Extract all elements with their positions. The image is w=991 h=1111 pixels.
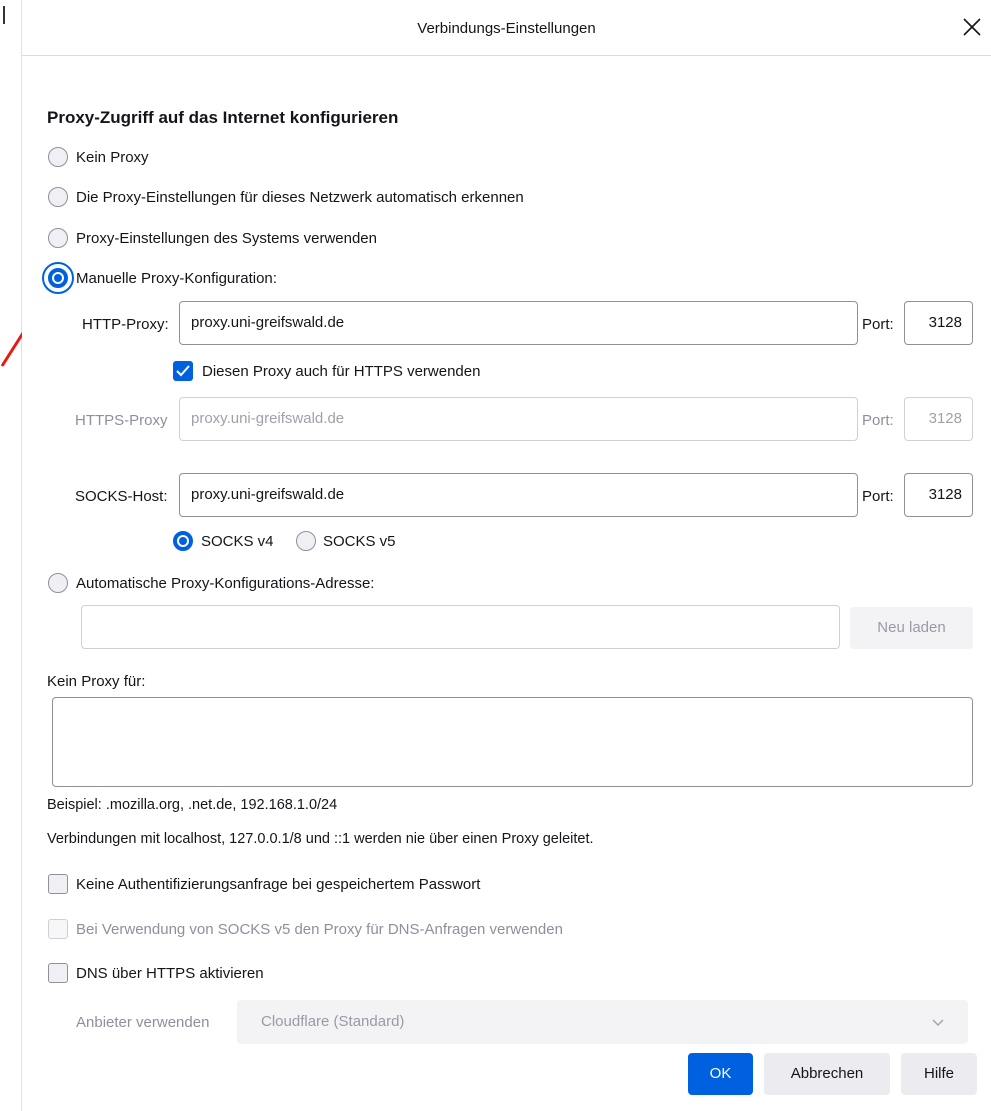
https-proxy-input[interactable]: proxy.uni-greifswald.de: [179, 397, 858, 441]
radio-auto-detect-label[interactable]: Die Proxy-Einstellungen für dieses Netzw…: [76, 189, 524, 206]
doh-provider-value: Cloudflare (Standard): [261, 1013, 405, 1030]
doh-provider-select[interactable]: Cloudflare (Standard): [237, 1000, 968, 1044]
radio-socks-v4[interactable]: [173, 531, 193, 551]
radio-system-proxy-label[interactable]: Proxy-Einstellungen des Systems verwende…: [76, 230, 377, 247]
pac-url-input[interactable]: [81, 605, 840, 649]
doh-provider-label: Anbieter verwenden: [76, 1014, 210, 1031]
chevron-down-icon: [932, 1019, 944, 1026]
http-proxy-input[interactable]: proxy.uni-greifswald.de: [179, 301, 858, 345]
no-auth-prompt-checkbox[interactable]: [48, 874, 68, 894]
https-port-input[interactable]: 3128: [904, 397, 973, 441]
radio-socks-v5[interactable]: [296, 531, 316, 551]
https-port-label: Port:: [862, 412, 894, 429]
no-proxy-textarea[interactable]: [52, 697, 973, 787]
ok-button[interactable]: OK: [688, 1053, 753, 1095]
socks-dns-label[interactable]: Bei Verwendung von SOCKS v5 den Proxy fü…: [76, 921, 563, 938]
use-for-https-label[interactable]: Diesen Proxy auch für HTTPS verwenden: [202, 363, 480, 380]
radio-manual-proxy[interactable]: [48, 268, 68, 288]
proxy-section-heading: Proxy-Zugriff auf das Internet konfiguri…: [47, 108, 399, 127]
radio-pac-url[interactable]: [48, 573, 68, 593]
cancel-button[interactable]: Abbrechen: [764, 1053, 890, 1095]
http-port-label: Port:: [862, 316, 894, 333]
no-proxy-label: Kein Proxy für:: [47, 673, 146, 690]
help-button[interactable]: Hilfe: [901, 1053, 977, 1095]
socks-host-label: SOCKS-Host:: [75, 488, 168, 505]
http-proxy-label: HTTP-Proxy:: [82, 316, 169, 333]
radio-auto-detect[interactable]: [48, 187, 68, 207]
socks-port-input[interactable]: 3128: [904, 473, 973, 517]
background-window-mark: [3, 6, 5, 24]
radio-socks-v5-label[interactable]: SOCKS v5: [323, 533, 396, 550]
no-proxy-example: Beispiel: .mozilla.org, .net.de, 192.168…: [47, 797, 338, 813]
connection-settings-dialog: Verbindungs-Einstellungen Proxy-Zugriff …: [22, 0, 991, 1111]
dialog-titlebar: Verbindungs-Einstellungen: [22, 0, 991, 56]
background-window-edge: [0, 0, 22, 1111]
socks-port-label: Port:: [862, 488, 894, 505]
socks-dns-checkbox[interactable]: [48, 919, 68, 939]
socks-host-input[interactable]: proxy.uni-greifswald.de: [179, 473, 858, 517]
reload-pac-button[interactable]: Neu laden: [850, 607, 973, 649]
radio-system-proxy[interactable]: [48, 228, 68, 248]
use-for-https-checkbox[interactable]: [173, 361, 193, 381]
doh-label[interactable]: DNS über HTTPS aktivieren: [76, 965, 264, 982]
radio-no-proxy-label[interactable]: Kein Proxy: [76, 149, 149, 166]
https-proxy-label: HTTPS-Proxy: [75, 412, 168, 429]
checkmark-icon: [175, 364, 190, 376]
radio-manual-proxy-label[interactable]: Manuelle Proxy-Konfiguration:: [76, 270, 277, 287]
doh-checkbox[interactable]: [48, 963, 68, 983]
radio-pac-url-label[interactable]: Automatische Proxy-Konfigurations-Adress…: [76, 575, 374, 592]
radio-socks-v4-label[interactable]: SOCKS v4: [201, 533, 274, 550]
no-auth-prompt-label[interactable]: Keine Authentifizierungsanfrage bei gesp…: [76, 876, 480, 893]
localhost-note: Verbindungen mit localhost, 127.0.0.1/8 …: [47, 831, 594, 847]
close-icon[interactable]: [959, 14, 985, 40]
dialog-title: Verbindungs-Einstellungen: [417, 20, 596, 37]
http-port-input[interactable]: 3128: [904, 301, 973, 345]
radio-no-proxy[interactable]: [48, 147, 68, 167]
